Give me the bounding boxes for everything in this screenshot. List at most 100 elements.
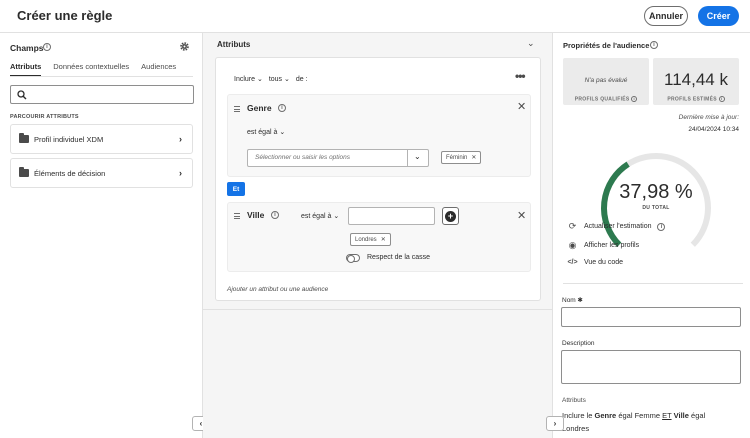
summary-text: Inclure le: [562, 411, 593, 420]
options-select[interactable]: Sélectionner ou saisir les options ⌄: [247, 149, 429, 167]
view-code-button[interactable]: </> Vue du code: [567, 259, 623, 266]
summary-operator: ET: [662, 411, 672, 420]
qualified-profiles-card: N'a pas évalué PROFILS QUALIFIÉS i: [563, 58, 649, 105]
last-updated: Dernière mise à jour: 24/04/2024 10:34: [679, 112, 739, 136]
ville-condition: Ville i est égal à ⌄ + ✕ Londres ✕ Respe…: [227, 202, 531, 272]
ville-operator[interactable]: est égal à ⌄: [301, 212, 339, 220]
info-icon[interactable]: i: [43, 43, 51, 51]
tag-label: Londres: [355, 236, 377, 243]
genre-title: Genre: [247, 103, 272, 113]
tab-donnees-contextuelles[interactable]: Données contextuelles: [53, 62, 129, 77]
chevron-right-icon: ›: [179, 168, 182, 178]
operator-label: est égal à: [247, 129, 278, 136]
required-icon: ✱: [577, 297, 583, 304]
tab-attributs[interactable]: Attributs: [10, 62, 42, 77]
rule-card: Inclure tous de : ••• Genre i ✕ est égal…: [215, 57, 541, 301]
estimated-value: 114,44 k: [664, 70, 728, 89]
list-item-label: Profil individuel XDM: [34, 134, 104, 144]
summary-text: égal: [691, 411, 706, 420]
close-icon[interactable]: ✕: [471, 154, 476, 161]
tag-feminin: Féminin ✕: [441, 151, 482, 164]
list-item-elements-decision[interactable]: Éléments de décision ›: [10, 158, 193, 188]
summary-text: Londres: [562, 424, 590, 433]
chevron-down-icon[interactable]: ⌄: [527, 38, 535, 49]
last-updated-label: Dernière mise à jour:: [678, 114, 739, 121]
chevron-down-icon[interactable]: ⌄: [414, 152, 421, 161]
genre-operator[interactable]: est égal à ⌄: [247, 128, 285, 136]
quantifier-dropdown[interactable]: tous: [269, 75, 290, 83]
fields-panel-title: Champs: [10, 43, 44, 53]
add-attribute-link[interactable]: Ajouter un attribut ou une audience: [227, 286, 328, 293]
view-profiles-button[interactable]: ◉ Afficher les profils: [567, 240, 640, 251]
gauge-value: 37,98 %: [619, 181, 693, 203]
fields-tabs: Attributs Données contextuelles Audience…: [10, 62, 176, 77]
gear-icon[interactable]: [179, 41, 190, 52]
rule-canvas: Attributs ⌄ Inclure tous de : ••• Genre …: [203, 33, 553, 438]
create-button[interactable]: Créer: [698, 6, 739, 26]
of-label: de :: [295, 75, 308, 83]
tab-audiences[interactable]: Audiences: [141, 62, 176, 77]
description-field[interactable]: [561, 350, 741, 384]
qualified-caption: PROFILS QUALIFIÉS i: [563, 95, 649, 102]
audience-properties-panel: Propriétés de l'audience i N'a pas évalu…: [553, 33, 750, 438]
chevron-right-icon: ›: [179, 134, 182, 144]
list-item-profil-individuel[interactable]: Profil individuel XDM ›: [10, 124, 193, 154]
more-icon[interactable]: •••: [515, 69, 526, 83]
case-sensitive-toggle[interactable]: [346, 254, 360, 263]
refresh-estimate-button[interactable]: ⟳ Actualiser l'estimation i: [567, 221, 666, 232]
ville-value-input[interactable]: [348, 207, 435, 225]
close-icon[interactable]: ✕: [517, 209, 526, 222]
info-icon[interactable]: i: [650, 41, 658, 49]
attributes-title: Attributs: [217, 40, 251, 49]
browse-attributes-label: PARCOURIR ATTRIBUTS: [10, 114, 79, 120]
operator-label: est égal à: [301, 213, 332, 220]
select-divider: [407, 150, 408, 166]
caption-label: PROFILS QUALIFIÉS: [574, 96, 630, 102]
action-label: Afficher les profils: [584, 242, 640, 249]
rule-header: Inclure tous de :: [234, 75, 308, 84]
info-icon[interactable]: i: [631, 95, 638, 102]
qualified-value: N'a pas évalué: [584, 77, 628, 84]
and-connector[interactable]: Et: [227, 182, 245, 196]
action-label: Vue du code: [584, 259, 624, 266]
estimated-profiles-card: 114,44 k PROFILS ESTIMÉS i: [653, 58, 739, 105]
folder-icon: [19, 167, 29, 177]
summary-attribute: Genre: [594, 411, 617, 420]
info-icon[interactable]: i: [718, 95, 725, 102]
eye-icon: ◉: [568, 240, 577, 250]
genre-condition: Genre i ✕ est égal à ⌄ Sélectionner ou s…: [227, 94, 531, 177]
search-icon: [17, 90, 27, 100]
info-icon[interactable]: i: [271, 211, 279, 219]
page-title: Créer une règle: [17, 8, 113, 23]
collapse-right-button[interactable]: ›: [546, 416, 564, 431]
last-updated-value: 24/04/2024 10:34: [688, 126, 739, 133]
name-label: Nom ✱: [562, 296, 583, 304]
search-input[interactable]: [10, 85, 194, 104]
drag-handle-icon[interactable]: [234, 213, 240, 221]
code-icon: </>: [567, 259, 578, 266]
summary-text: égal Femme: [618, 411, 660, 420]
refresh-icon: ⟳: [568, 221, 577, 231]
attributes-summary-label: Attributs: [562, 397, 586, 404]
list-item-label: Éléments de décision: [34, 168, 106, 178]
estimated-caption: PROFILS ESTIMÉS i: [653, 95, 739, 102]
ville-title: Ville: [247, 210, 265, 220]
name-label-text: Nom: [562, 297, 576, 304]
drag-handle-icon[interactable]: [234, 106, 240, 114]
cancel-button[interactable]: Annuler: [644, 6, 688, 26]
plus-icon: +: [445, 210, 456, 222]
info-icon[interactable]: i: [657, 222, 666, 231]
summary-attribute: Ville: [673, 411, 689, 420]
include-dropdown[interactable]: Inclure: [234, 75, 263, 83]
audience-properties-title: Propriétés de l'audience: [563, 41, 650, 50]
attributes-summary: Inclure le Genre égal Femme ET Ville éga…: [562, 409, 732, 435]
folder-icon: [19, 133, 29, 143]
tag-londres: Londres ✕: [350, 233, 391, 246]
info-icon[interactable]: i: [278, 104, 286, 112]
name-field[interactable]: [561, 307, 741, 327]
canvas-divider: [203, 309, 553, 310]
close-icon[interactable]: ✕: [517, 100, 526, 113]
chevron-down-icon: ⌄: [279, 129, 286, 136]
add-value-button[interactable]: +: [442, 207, 459, 225]
close-icon[interactable]: ✕: [381, 236, 386, 243]
